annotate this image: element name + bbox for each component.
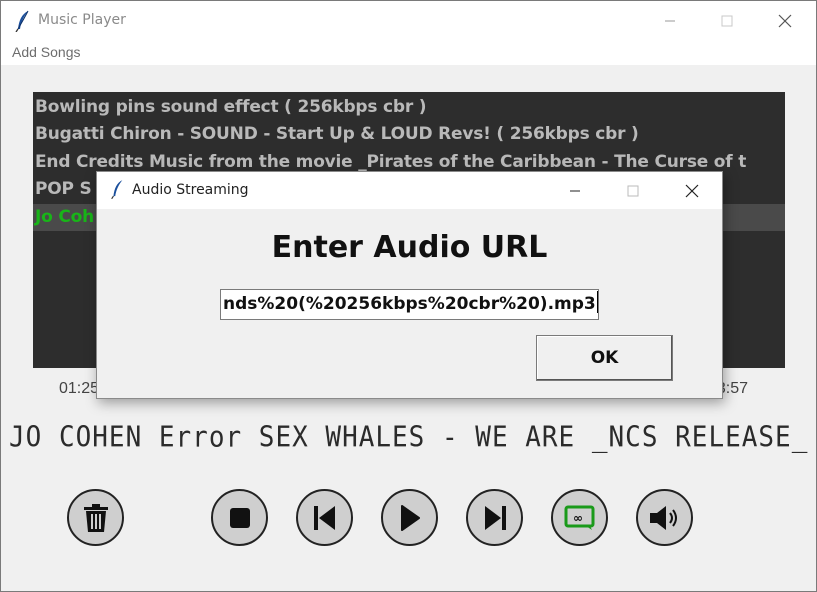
stream-button[interactable]: ∞ — [551, 489, 608, 546]
dialog-heading: Enter Audio URL — [271, 230, 548, 265]
skip-back-icon — [313, 505, 335, 530]
stream-icon: ∞ — [564, 505, 594, 530]
dialog-title: Audio Streaming — [132, 182, 249, 198]
url-input-value: nds%20(%20256kbps%20cbr%20).mp3 — [223, 294, 596, 314]
previous-button[interactable] — [296, 489, 353, 546]
feather-icon — [111, 180, 123, 199]
skip-forward-icon — [484, 505, 506, 530]
stop-icon — [229, 507, 250, 528]
maximize-icon — [627, 185, 639, 196]
audio-streaming-dialog: Audio Streaming Enter Audio URL nds%20(%… — [96, 171, 723, 399]
close-icon — [685, 184, 699, 197]
delete-button[interactable] — [67, 489, 124, 546]
playlist-item-active[interactable]: Jo Coh — [35, 204, 94, 231]
minimize-button[interactable] — [641, 1, 699, 41]
volume-icon — [649, 505, 677, 530]
dialog-maximize-button[interactable] — [604, 172, 662, 209]
playlist-item[interactable]: Bowling pins sound effect ( 256kbps cbr … — [35, 94, 427, 121]
play-icon — [400, 504, 420, 531]
ok-button[interactable]: OK — [536, 335, 673, 381]
maximize-button[interactable] — [698, 1, 756, 41]
trash-icon — [83, 503, 108, 532]
dialog-minimize-button[interactable] — [546, 172, 604, 209]
minimize-icon — [665, 20, 675, 22]
play-button[interactable] — [381, 489, 438, 546]
now-playing-marquee: JO COHEN Error SEX WHALES - WE ARE _NCS … — [9, 421, 817, 454]
audio-url-input[interactable]: nds%20(%20256kbps%20cbr%20).mp3 — [220, 289, 599, 320]
dialog-close-button[interactable] — [663, 172, 721, 209]
stop-button[interactable] — [211, 489, 268, 546]
close-icon — [778, 14, 792, 28]
dialog-title-bar: Audio Streaming — [97, 172, 722, 209]
title-bar: Music Player — [1, 1, 816, 41]
svg-text:∞: ∞ — [573, 511, 583, 525]
menu-bar: Add Songs — [1, 41, 816, 65]
volume-button[interactable] — [636, 489, 693, 546]
minimize-icon — [570, 190, 580, 191]
next-button[interactable] — [466, 489, 523, 546]
window-title: Music Player — [38, 12, 126, 28]
playlist-item[interactable]: Bugatti Chiron - SOUND - Start Up & LOUD… — [35, 121, 639, 148]
elapsed-time: 01:25 — [59, 380, 100, 397]
maximize-icon — [721, 15, 733, 27]
text-caret — [596, 291, 598, 313]
close-button[interactable] — [756, 1, 814, 41]
feather-icon — [15, 10, 29, 32]
music-player-window: Music Player Add Songs Bowling pins soun… — [0, 0, 817, 592]
playlist-item[interactable]: POP S — [35, 176, 92, 203]
menu-add-songs[interactable]: Add Songs — [12, 44, 81, 60]
